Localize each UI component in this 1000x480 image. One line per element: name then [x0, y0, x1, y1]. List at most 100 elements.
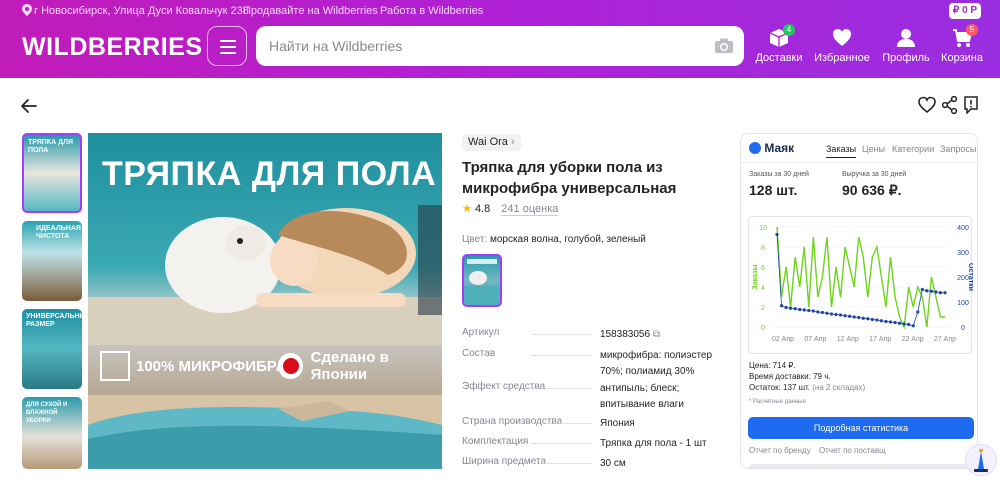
reviews-link[interactable]: 241 оценка [501, 203, 559, 216]
bottom-panel [748, 464, 974, 468]
stock-data-point [934, 290, 938, 294]
detailed-stats-button[interactable]: Подробная статистика [748, 417, 974, 439]
product-main-image[interactable]: ТРЯПКА ДЛЯ ПОЛА 100% МИКРОФИБРА Сделано … [88, 133, 442, 469]
copy-icon[interactable]: ⧉ [653, 329, 660, 340]
mayak-fab-button[interactable] [965, 444, 997, 476]
chart-svg: 02468100100200300400Заказы Остатки02 Апр 0… [752, 225, 974, 343]
made-in-japan-badge: Сделано в Японии [278, 347, 442, 385]
color-swatch[interactable] [462, 254, 502, 307]
stock-data-point [893, 320, 897, 325]
heart-icon [833, 29, 851, 46]
tab-categories[interactable]: Категории [892, 144, 934, 154]
report-links: Отчет по бренду Отчет по поставщ [749, 446, 892, 455]
stock-data-point [916, 310, 920, 314]
orders-series-line [776, 226, 945, 330]
tab-orders[interactable]: Заказы [826, 144, 857, 158]
chevron-right-icon: › [511, 136, 515, 148]
stock-line: Остаток: 137 шт. (на 2 складах) [749, 383, 866, 392]
gallery-thumbnail[interactable]: ИДЕАЛЬНАЯ ЧИСТОТА [22, 221, 82, 301]
stock-data-point [784, 305, 788, 310]
site-logo[interactable]: WILDBERRIES [22, 33, 203, 62]
stock-data-point [829, 312, 834, 316]
nav-label: Избранное [814, 52, 870, 64]
gallery-thumbnail[interactable]: ДЛЯ СУХОЙ И ВЛАЖНОЙ УБОРКИ [22, 397, 82, 469]
color-row: Цвет: морская волна, голубой, зеленый [462, 234, 646, 245]
camera-icon[interactable] [714, 38, 734, 54]
gallery-thumbnail[interactable]: ТРЯПКА ДЛЯ ПОЛА [22, 133, 82, 213]
stock-data-point [838, 313, 843, 317]
search-bar [256, 26, 744, 66]
x-tick-label: 22 Апр [902, 336, 924, 343]
stock-data-point [834, 312, 838, 317]
back-arrow-icon[interactable] [20, 97, 38, 115]
x-tick-label: 02 Апр [772, 336, 794, 343]
y-left-tick-label: 10 [759, 225, 767, 232]
stock-data-point [848, 314, 852, 318]
estimate-note: * Расчетные данные [749, 399, 806, 405]
stock-data-point [789, 306, 793, 310]
stock-info: Цена: 714 ₽. Время доставки: 79 ч. Остат… [749, 360, 865, 408]
stock-data-point [825, 311, 829, 315]
stock-data-point [852, 315, 856, 319]
stock-data-point [911, 324, 915, 328]
nav-cart[interactable]: 5 Корзина [932, 24, 992, 64]
nav-label: Корзина [941, 52, 983, 64]
stock-data-point [843, 314, 847, 318]
stock-data-point [811, 309, 815, 313]
mayak-logo-icon [749, 142, 761, 154]
color-label: Цвет: [462, 234, 488, 245]
menu-button[interactable] [207, 26, 247, 66]
stock-data-point [925, 289, 929, 293]
x-tick-label: 12 Апр [837, 336, 859, 343]
y-left-tick-label: 8 [761, 245, 765, 252]
delivery-line: Время доставки: 79 ч. [749, 372, 831, 381]
brand-report-link[interactable]: Отчет по бренду [749, 446, 811, 455]
y-right-tick-label: 300 [957, 250, 969, 257]
search-input[interactable] [269, 36, 689, 56]
stock-data-point [938, 291, 943, 295]
nav-profile[interactable]: Профиль [876, 28, 936, 64]
report-icon[interactable] [963, 96, 979, 114]
orders-stat: Заказы за 30 дней 128 шт. [749, 171, 809, 198]
stock-data-point [907, 322, 911, 327]
stock-data-point [897, 321, 902, 325]
user-icon [897, 29, 915, 47]
nav-favorites[interactable]: Избранное [812, 28, 872, 64]
nav-label: Доставки [755, 52, 803, 64]
stock-data-point [857, 315, 861, 320]
stock-data-point [866, 317, 870, 321]
y-right-tick-label: 100 [957, 300, 969, 307]
tab-prices[interactable]: Цены [862, 144, 885, 154]
image-title: ТРЯПКА ДЛЯ ПОЛА [102, 155, 437, 193]
sell-link[interactable]: Продавайте на Wildberries [243, 5, 378, 17]
y-right-tick-label: 0 [961, 325, 965, 332]
share-icon[interactable] [942, 96, 958, 114]
gallery-thumbnail[interactable]: УНИВЕРСАЛЬНЫЙ РАЗМЕР [22, 309, 82, 389]
stock-data-point [943, 291, 947, 295]
mayak-header: Маяк Заказы Цены Категории Запросы [741, 134, 977, 162]
location-pin-icon [22, 4, 32, 16]
brand-chip[interactable]: Wai Ora › [462, 134, 521, 151]
stock-data-point [920, 287, 924, 292]
work-link[interactable]: Работа в Wildberries [380, 5, 483, 17]
favorite-heart-icon[interactable] [918, 96, 936, 114]
divider [741, 162, 977, 163]
supplier-report-link[interactable]: Отчет по поставщ [819, 446, 886, 455]
stock-data-point [875, 318, 879, 322]
tab-queries[interactable]: Запросы [940, 144, 976, 154]
currency-badge[interactable]: ₽ 0 Р [949, 3, 981, 19]
stock-data-point [793, 307, 797, 311]
mayak-logo: Маяк [749, 141, 794, 155]
stock-data-point [775, 232, 779, 237]
stock-data-point [861, 316, 865, 320]
x-tick-label: 17 Апр [869, 336, 891, 343]
city-link[interactable]: г Новосибирск, Улица Дуси Ковальчук 238 [34, 5, 249, 17]
nav-deliveries[interactable]: 4 Доставки [749, 24, 809, 64]
stock-data-point [884, 319, 888, 324]
site-header: г Новосибирск, Улица Дуси Ковальчук 238 … [0, 0, 1000, 78]
stock-data-point [798, 307, 802, 312]
stock-data-point [820, 310, 825, 315]
stock-data-point [902, 322, 906, 326]
y-right-axis-label: Остатки [967, 263, 973, 291]
japan-flag-icon [278, 353, 303, 379]
